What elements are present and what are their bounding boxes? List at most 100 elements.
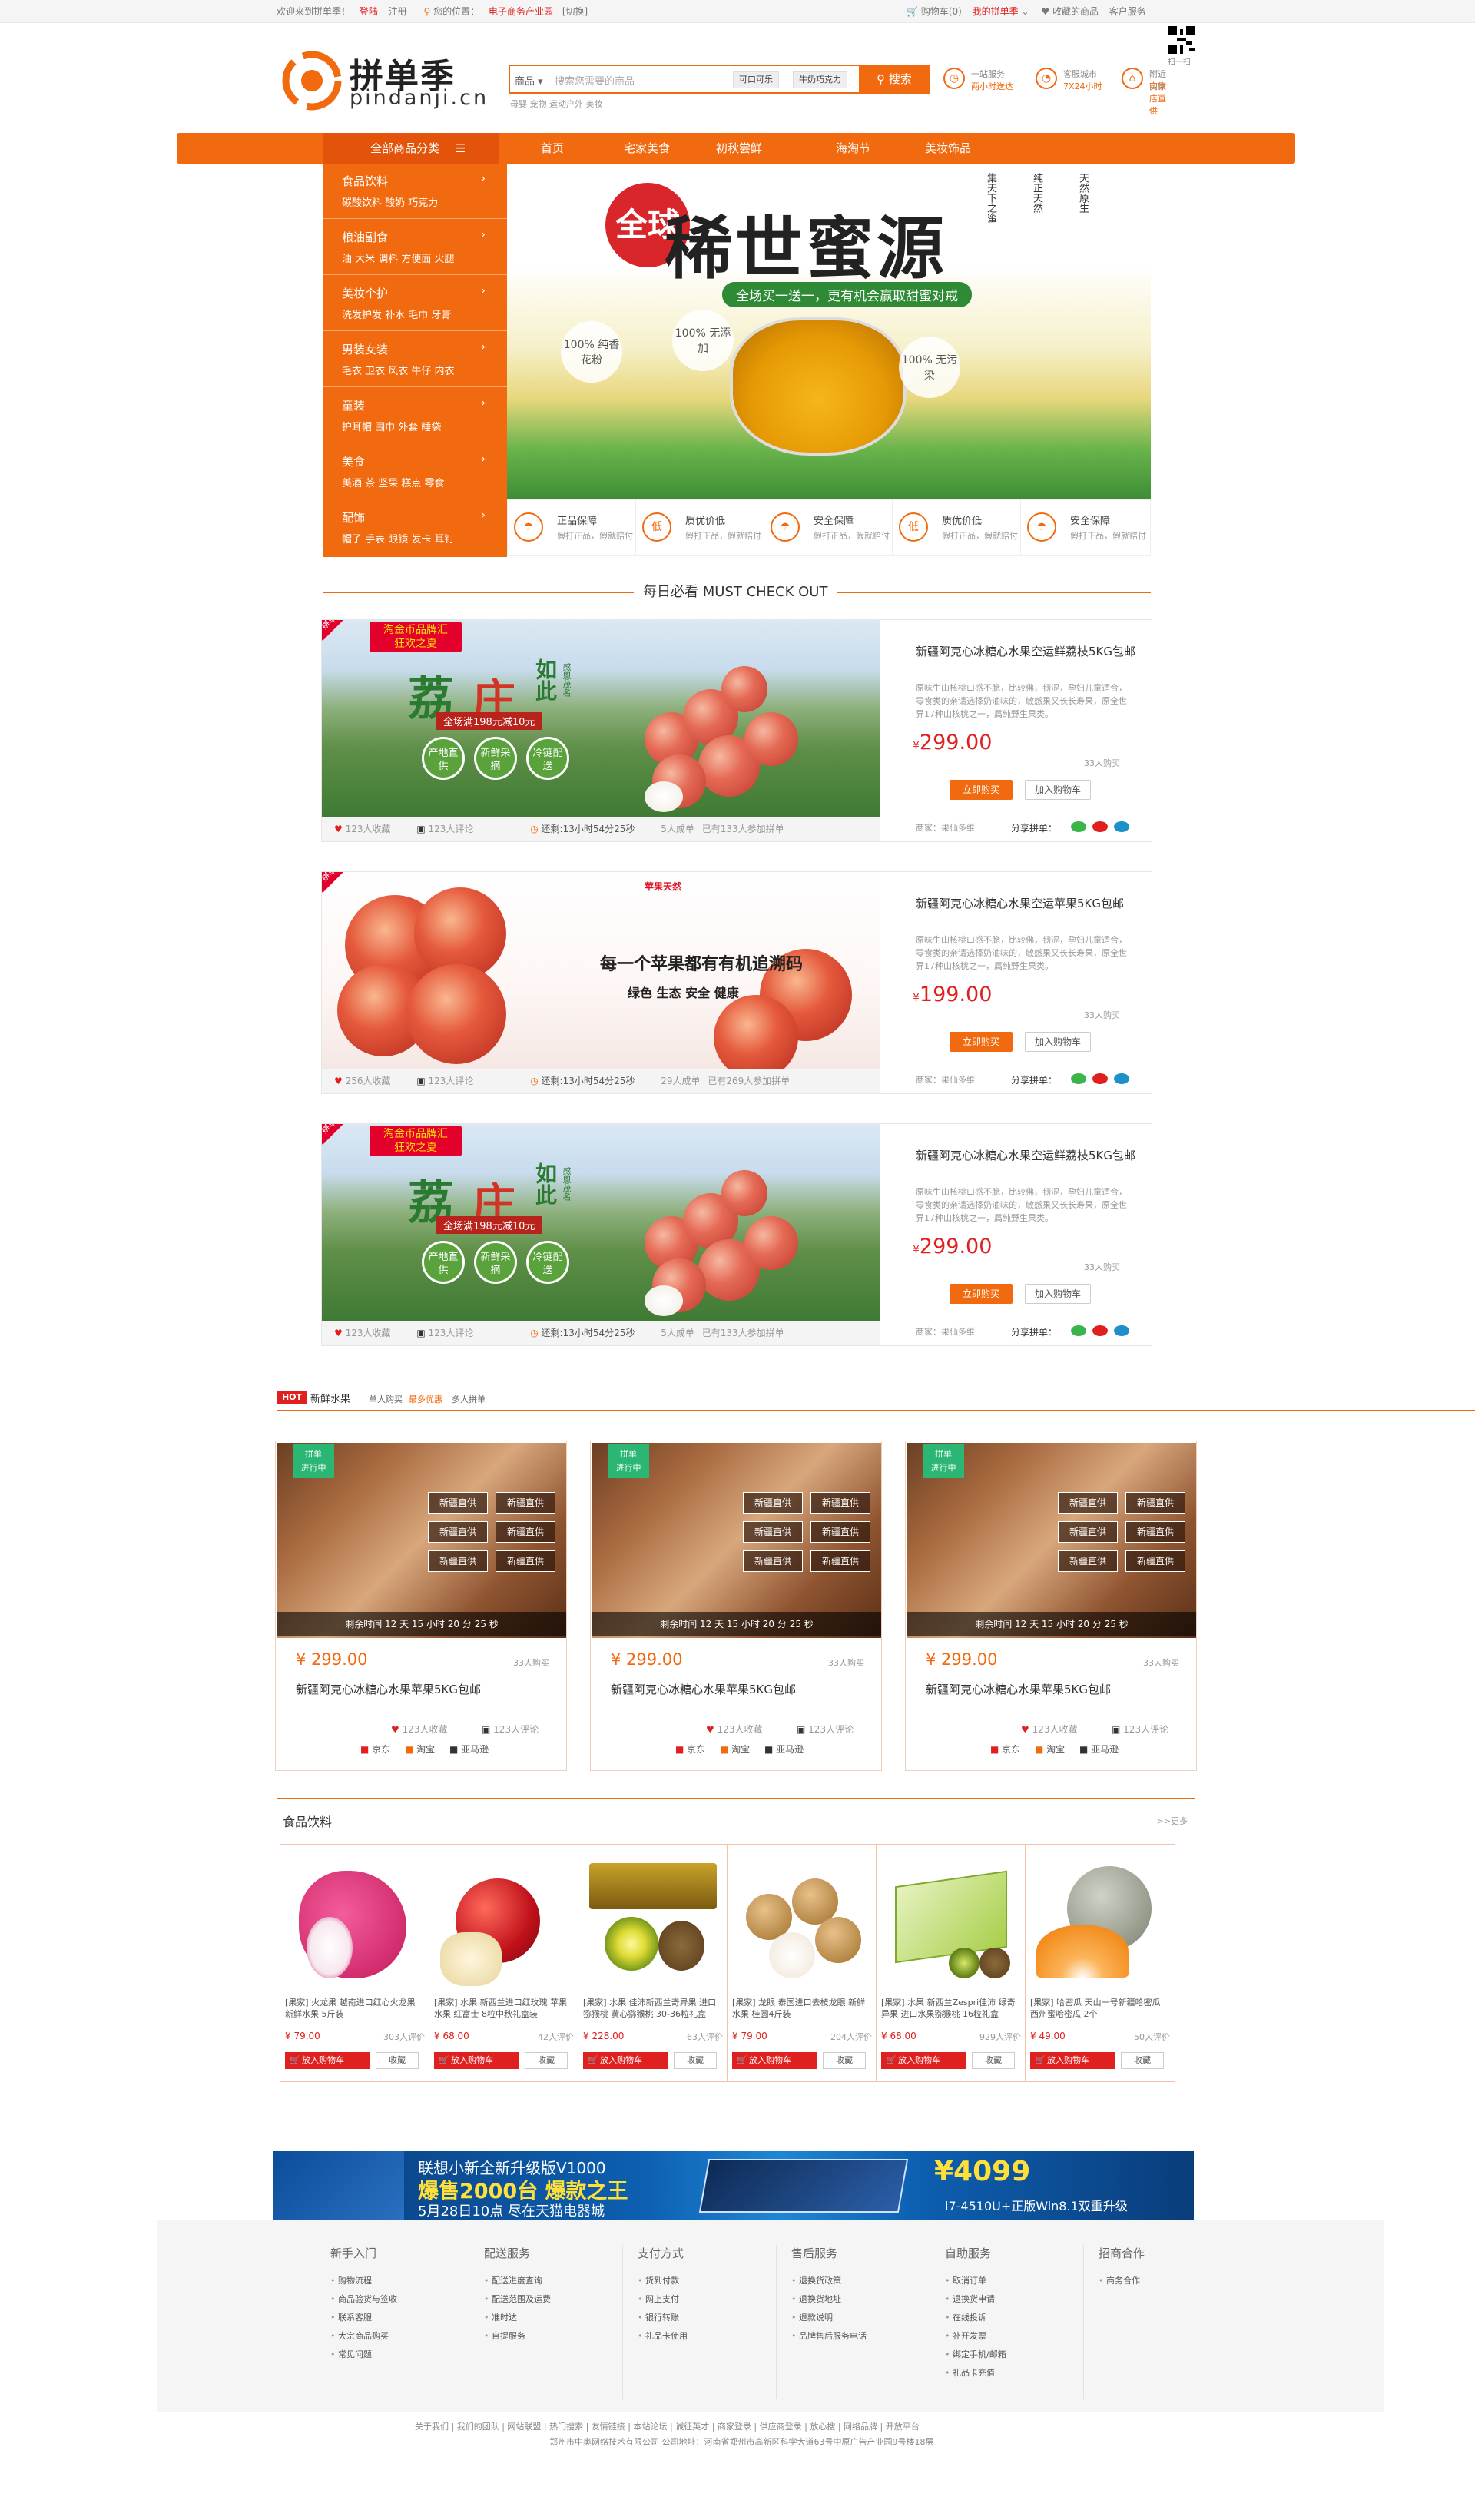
add-to-cart-button[interactable]: 🛒 放入购物车 <box>732 2052 817 2069</box>
wechat-icon[interactable] <box>1071 821 1086 832</box>
food-name[interactable]: [果家] 龙眼 泰国进口去枝龙眼 新鲜水果 桂圆4斤装 <box>732 1997 873 2021</box>
footer-link[interactable]: 礼品卡充值 <box>945 2364 1083 2382</box>
tab-single[interactable]: 单人购买 <box>369 1393 403 1405</box>
deal-card[interactable]: 拼单购买 淘金币品牌汇狂欢之夏 荔 庄 如此 感恩茂名 全场满198元减10元 … <box>321 619 1152 842</box>
food-name[interactable]: [果家] 水果 新西兰Zespri佳沛 绿奇异果 进口水果猕猴桃 16粒礼盒 <box>881 1997 1023 2021</box>
footer-bottom-link[interactable]: 商家登录 <box>718 2422 751 2432</box>
search-input[interactable]: 搜索您需要的商品 <box>555 73 635 88</box>
location-switch[interactable]: [切换] <box>562 6 588 17</box>
hot-search-words[interactable]: 母婴 宠物 运动户外 美妆 <box>510 98 603 110</box>
search-tag[interactable]: 可口可乐 <box>733 71 779 88</box>
footer-link[interactable]: 大宗商品购买 <box>330 2327 469 2346</box>
category-item[interactable]: 童装 › 护耳帽 围巾 外套 睡袋 <box>323 388 507 443</box>
food-name[interactable]: [果家] 水果 新西兰进口红玫瑰 苹果水果 红富士 8粒中秋礼盒装 <box>434 1997 575 2021</box>
food-item[interactable]: [果家] 火龙果 越南进口红心火龙果 新鲜水果 5斤装 ¥ 79.00 303人… <box>280 1844 430 2082</box>
ad-banner[interactable]: 联想小新全新升级版V1000 爆售2000台 爆款之王 5月28日10点 尽在天… <box>273 2151 1194 2220</box>
favorite-button[interactable]: 收藏 <box>674 2052 717 2069</box>
cart-link[interactable]: 购物车(0) <box>921 6 962 17</box>
category-item[interactable]: 食品饮料 › 碳酸饮料 酸奶 巧克力 <box>323 164 507 219</box>
buy-now-button[interactable]: 立即购买 <box>950 1032 1013 1052</box>
nav-item[interactable]: 宅家美食 <box>624 133 670 164</box>
group-name[interactable]: 新疆阿克心冰糖心水果苹果5KG包邮 <box>296 1681 481 1697</box>
footer-link[interactable]: 配送进度查询 <box>484 2272 622 2290</box>
wechat-icon[interactable] <box>1071 1325 1086 1336</box>
deal-shop[interactable]: 商家：果仙多维 <box>916 1325 975 1338</box>
footer-link[interactable]: 退换货地址 <box>791 2290 930 2309</box>
footer-link[interactable]: 购物流程 <box>330 2272 469 2290</box>
footer-link[interactable]: 在线投诉 <box>945 2309 1083 2327</box>
location-value[interactable]: 电子商务产业园 <box>489 6 553 17</box>
favorite-button[interactable]: 收藏 <box>1121 2052 1164 2069</box>
footer-link[interactable]: 常见问题 <box>330 2346 469 2364</box>
deal-shop[interactable]: 商家：果仙多维 <box>916 1073 975 1086</box>
footer-bottom-link[interactable]: 我们的团队 <box>457 2422 499 2432</box>
footer-link[interactable]: 退换货申请 <box>945 2290 1083 2309</box>
group-buy-image[interactable]: 拼单 进行中 新疆直供 新疆直供 新疆直供 新疆直供 新疆直供 新疆直供 <box>907 1443 1196 1638</box>
add-to-cart-button[interactable]: 加入购物车 <box>1025 780 1091 800</box>
footer-bottom-link[interactable]: 友情链接 <box>592 2422 625 2432</box>
food-item[interactable]: [果家] 水果 新西兰进口红玫瑰 苹果水果 红富士 8粒中秋礼盒装 ¥ 68.0… <box>429 1844 579 2082</box>
add-to-cart-button[interactable]: 🛒 放入购物车 <box>434 2052 519 2069</box>
footer-link[interactable]: 联系客服 <box>330 2309 469 2327</box>
add-to-cart-button[interactable]: 🛒 放入购物车 <box>1030 2052 1115 2069</box>
footer-link[interactable]: 退换货政策 <box>791 2272 930 2290</box>
deal-image[interactable]: 拼单购买 淘金币品牌汇狂欢之夏 荔 庄 如此 感恩茂名 全场满198元减10元 … <box>322 1124 880 1321</box>
food-item[interactable]: [果家] 水果 新西兰Zespri佳沛 绿奇异果 进口水果猕猴桃 16粒礼盒 ¥… <box>876 1844 1026 2082</box>
food-name[interactable]: [果家] 哈密瓜 天山一号新疆哈密瓜 西州蜜哈密瓜 2个 <box>1030 1997 1172 2021</box>
footer-link[interactable]: 网上支付 <box>638 2290 776 2309</box>
add-to-cart-button[interactable]: 加入购物车 <box>1025 1032 1091 1052</box>
register-link[interactable]: 注册 <box>389 6 407 17</box>
footer-bottom-link[interactable]: 诚征英才 <box>675 2422 709 2432</box>
deal-name[interactable]: 新疆阿克心冰糖心水果空运鲜荔枝5KG包邮 <box>916 1149 1146 1163</box>
footer-bottom-link[interactable]: 网络品牌 <box>844 2422 877 2432</box>
add-to-cart-button[interactable]: 🛒 放入购物车 <box>285 2052 370 2069</box>
deal-name[interactable]: 新疆阿克心冰糖心水果空运鲜荔枝5KG包邮 <box>916 645 1146 659</box>
group-buy-card[interactable]: 拼单 进行中 新疆直供 新疆直供 新疆直供 新疆直供 新疆直供 新疆直供 剩余时间… <box>905 1441 1197 1771</box>
category-item[interactable]: 美食 › 美酒 茶 坚果 糕点 零食 <box>323 444 507 499</box>
all-categories-button[interactable]: 全部商品分类 ☰ <box>323 133 499 164</box>
food-item[interactable]: [果家] 水果 佳沛新西兰奇异果 进口猕猴桃 黄心猕猴桃 30-36粒礼盒 ¥ … <box>578 1844 728 2082</box>
footer-link[interactable]: 货到付款 <box>638 2272 776 2290</box>
group-buy-image[interactable]: 拼单 进行中 新疆直供 新疆直供 新疆直供 新疆直供 新疆直供 新疆直供 <box>277 1443 566 1638</box>
deal-shop[interactable]: 商家：果仙多维 <box>916 821 975 834</box>
weibo-icon[interactable] <box>1092 1325 1108 1336</box>
deal-card[interactable]: 拼单购买 淘金币品牌汇狂欢之夏 荔 庄 如此 感恩茂名 全场满198元减10元 … <box>321 1123 1152 1346</box>
add-to-cart-button[interactable]: 🛒 放入购物车 <box>881 2052 966 2069</box>
search-tag[interactable]: 牛奶巧克力 <box>793 71 847 88</box>
group-name[interactable]: 新疆阿克心冰糖心水果苹果5KG包邮 <box>611 1681 796 1697</box>
buy-now-button[interactable]: 立即购买 <box>950 1284 1013 1304</box>
deal-card[interactable]: 拼单购买 苹果天然 每一个苹果都有有机追溯码 绿色 生态 安全 健康 ♥ 256… <box>321 871 1152 1094</box>
group-buy-image[interactable]: 拼单 进行中 新疆直供 新疆直供 新疆直供 新疆直供 新疆直供 新疆直供 <box>592 1443 881 1638</box>
wechat-icon[interactable] <box>1071 1073 1086 1084</box>
hero-banner[interactable]: 全球 稀世蜜源 集天下之蜜 纯正天然 天然原生 全场买一送一，更有机会赢取甜蜜对… <box>507 164 1151 499</box>
footer-bottom-link[interactable]: 热门搜索 <box>549 2422 583 2432</box>
food-name[interactable]: [果家] 水果 佳沛新西兰奇异果 进口猕猴桃 黄心猕猴桃 30-36粒礼盒 <box>583 1997 724 2021</box>
nav-item[interactable]: 海淘节 <box>836 133 870 164</box>
product-image[interactable] <box>582 1848 724 1991</box>
nav-item[interactable]: 初秋尝鲜 <box>716 133 762 164</box>
footer-link[interactable]: 银行转账 <box>638 2309 776 2327</box>
qzone-icon[interactable] <box>1114 821 1129 832</box>
footer-link[interactable]: 商品验货与签收 <box>330 2290 469 2309</box>
product-image[interactable] <box>283 1848 426 1991</box>
footer-bottom-link[interactable]: 供应商登录 <box>760 2422 802 2432</box>
product-image[interactable] <box>731 1848 873 1991</box>
customer-service-link[interactable]: 客户服务 <box>1109 6 1146 17</box>
product-image[interactable] <box>880 1848 1023 1991</box>
footer-bottom-link[interactable]: 网站联盟 <box>507 2422 541 2432</box>
add-to-cart-button[interactable]: 加入购物车 <box>1025 1284 1091 1304</box>
deal-image[interactable]: 拼单购买 淘金币品牌汇狂欢之夏 荔 庄 如此 感恩茂名 全场满198元减10元 … <box>322 620 880 817</box>
category-item[interactable]: 配饰 › 帽子 手表 眼镜 发卡 耳钉 <box>323 500 507 555</box>
search-button[interactable]: ⚲ 搜索 <box>859 65 930 94</box>
more-link[interactable]: >>更多 <box>1157 1815 1188 1827</box>
footer-bottom-link[interactable]: 关于我们 <box>415 2422 449 2432</box>
deal-name[interactable]: 新疆阿克心冰糖心水果空运苹果5KG包邮 <box>916 897 1146 911</box>
tab-group[interactable]: 多人拼单 <box>452 1393 486 1405</box>
food-item[interactable]: [果家] 龙眼 泰国进口去枝龙眼 新鲜水果 桂圆4斤装 ¥ 79.00 204人… <box>727 1844 877 2082</box>
favorites-link[interactable]: 收藏的商品 <box>1052 6 1099 17</box>
search-category-select[interactable]: 商品 ▾ <box>515 73 543 88</box>
category-item[interactable]: 男装女装 › 毛衣 卫衣 风衣 牛仔 内衣 <box>323 332 507 387</box>
qzone-icon[interactable] <box>1114 1073 1129 1084</box>
favorite-button[interactable]: 收藏 <box>823 2052 866 2069</box>
product-image[interactable] <box>433 1848 575 1991</box>
